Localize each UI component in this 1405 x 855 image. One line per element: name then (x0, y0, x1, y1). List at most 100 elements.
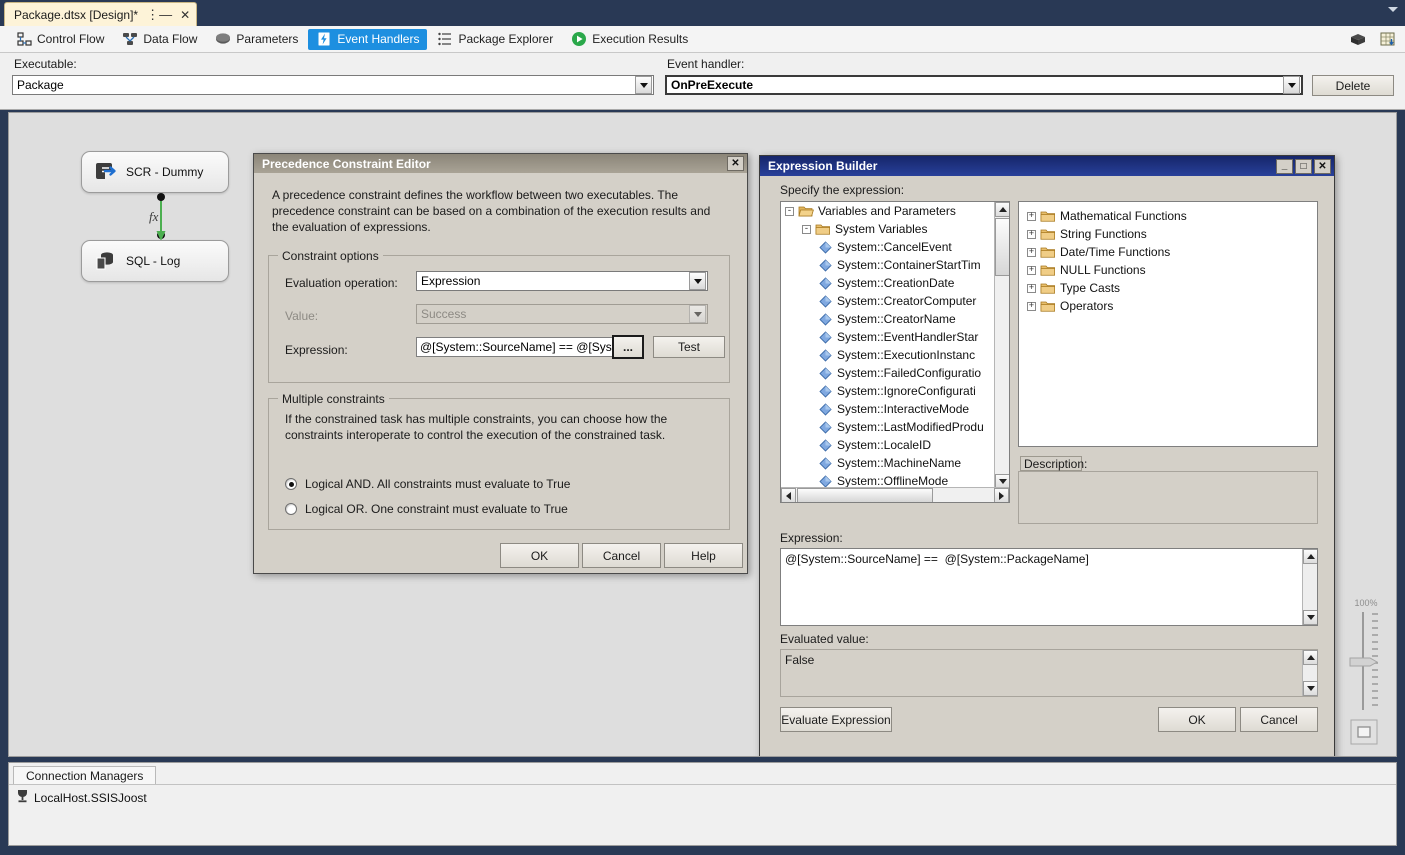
tree-item-label: System::LocaleID (837, 438, 932, 452)
variable-tree-item[interactable]: System::CreationDate (781, 274, 993, 292)
connection-manager-item[interactable]: LocalHost.SSISJoost (17, 789, 147, 806)
close-icon[interactable]: ✕ (727, 156, 744, 171)
tab-execution-results[interactable]: Execution Results (563, 29, 696, 50)
scroll-up-button[interactable] (995, 202, 1009, 217)
eb-ok-button[interactable]: OK (1158, 707, 1236, 732)
package-box-icon[interactable] (1347, 29, 1369, 49)
chevron-down-icon[interactable] (689, 272, 706, 290)
scroll-down-button[interactable] (1303, 610, 1317, 625)
variables-tree-vscrollbar[interactable] (994, 202, 1009, 489)
scroll-up-button[interactable] (1303, 549, 1317, 564)
tree-expander-icon[interactable]: + (1027, 283, 1036, 293)
tab-control-flow[interactable]: Control Flow (8, 29, 112, 50)
precedence-cancel-button[interactable]: Cancel (582, 543, 661, 568)
variable-tree-item[interactable]: System::IgnoreConfigurati (781, 382, 993, 400)
precedence-constraint-editor-dialog[interactable]: Precedence Constraint Editor ✕ A precede… (253, 153, 748, 574)
precedence-ok-button[interactable]: OK (500, 543, 579, 568)
chevron-down-icon[interactable] (1388, 7, 1398, 12)
evaluate-expression-button[interactable]: Evaluate Expression (780, 707, 892, 732)
maximize-icon[interactable]: □ (1295, 158, 1312, 174)
eb-cancel-button[interactable]: Cancel (1240, 707, 1318, 732)
task-scr-dummy[interactable]: SCR - Dummy (81, 151, 229, 193)
tab-parameters[interactable]: Parameters (207, 29, 306, 50)
variable-tree-item[interactable]: System::MachineName (781, 454, 993, 472)
tree-expander-icon[interactable]: + (1027, 229, 1036, 239)
expression-vscrollbar[interactable] (1302, 549, 1317, 625)
tree-expander-icon[interactable]: - (785, 206, 794, 216)
tree-item-label: Type Casts (1060, 281, 1121, 295)
variable-icon (819, 402, 832, 416)
chevron-down-icon[interactable] (1283, 76, 1300, 94)
expression-builder-button[interactable]: ... (612, 335, 644, 359)
evaluated-vscrollbar[interactable] (1302, 650, 1318, 696)
variables-tree[interactable]: - Variables and Parameters - System Variabl… (780, 201, 1010, 503)
function-category-item[interactable]: + NULL Functions (1019, 261, 1317, 279)
evaluation-operation-combo[interactable]: Expression (416, 271, 708, 291)
scroll-down-button[interactable] (1303, 681, 1318, 696)
expression-input[interactable]: @[System::SourceName] == @[System (416, 337, 614, 357)
tab-data-flow[interactable]: Data Flow (114, 29, 205, 50)
tab-package-explorer[interactable]: Package Explorer (429, 29, 561, 50)
scroll-up-button[interactable] (1303, 650, 1318, 665)
radio-logical-or[interactable]: Logical OR. One constraint must evaluate… (285, 502, 568, 516)
precedence-help-button[interactable]: Help (664, 543, 743, 568)
folder-tree-item[interactable]: - Variables and Parameters (781, 202, 993, 220)
minimize-icon[interactable]: _ (1276, 158, 1293, 174)
variables-grid-icon[interactable] (1377, 29, 1399, 49)
variable-tree-item[interactable]: System::LocaleID (781, 436, 993, 454)
variable-tree-item[interactable]: System::FailedConfiguratio (781, 364, 993, 382)
executable-combo[interactable]: Package (12, 75, 654, 95)
folder-tree-item[interactable]: - System Variables (781, 220, 993, 238)
function-category-item[interactable]: + Mathematical Functions (1019, 207, 1317, 225)
variable-tree-item[interactable]: System::CreatorComputer (781, 292, 993, 310)
variable-tree-item[interactable]: System::LastModifiedProdu (781, 418, 993, 436)
eb-expression-textarea[interactable]: @[System::SourceName] == @[System::Packa… (780, 548, 1318, 626)
event-handler-combo[interactable]: OnPreExecute (665, 75, 1303, 95)
chevron-down-icon (689, 305, 706, 323)
hscroll-thumb[interactable] (797, 488, 933, 502)
tree-expander-icon[interactable]: - (802, 224, 811, 234)
task-sql-log[interactable]: SQL - Log (81, 240, 229, 282)
document-tab-label: Package.dtsx [Design]* (14, 7, 139, 22)
expression-builder-dialog[interactable]: Expression Builder _ □ ✕ Specify the exp… (759, 155, 1335, 756)
tab-event-handlers[interactable]: Event Handlers (308, 28, 428, 50)
tree-expander-icon[interactable]: + (1027, 265, 1036, 275)
variable-tree-item[interactable]: System::InteractiveMode (781, 400, 993, 418)
close-icon[interactable]: ✕ (180, 9, 190, 21)
pin-icon[interactable]: ⋮— (146, 8, 172, 21)
evaluation-operation-label: Evaluation operation: (285, 276, 398, 290)
multiple-constraints-group: Multiple constraints If the constrained … (268, 392, 730, 530)
connection-managers-tab[interactable]: Connection Managers (13, 766, 157, 784)
event-handler-design-surface[interactable]: SCR - Dummy fx SQL - Log 100% Precedence… (8, 112, 1397, 757)
document-tab-package-dtsx[interactable]: Package.dtsx [Design]* ⋮— ✕ (4, 2, 198, 26)
scroll-right-button[interactable] (994, 488, 1009, 502)
delete-button[interactable]: Delete (1312, 75, 1394, 96)
function-category-item[interactable]: + Type Casts (1019, 279, 1317, 297)
radio-logical-or-button[interactable] (285, 503, 297, 515)
function-category-item[interactable]: + Operators (1019, 297, 1317, 315)
variable-icon (819, 366, 832, 380)
variable-tree-item[interactable]: System::ContainerStartTim (781, 256, 993, 274)
tree-expander-icon[interactable]: + (1027, 301, 1036, 311)
variable-tree-item[interactable]: System::CancelEvent (781, 238, 993, 256)
function-category-item[interactable]: + String Functions (1019, 225, 1317, 243)
variable-tree-item[interactable]: System::CreatorName (781, 310, 993, 328)
tree-expander-icon[interactable]: + (1027, 247, 1036, 257)
scroll-left-button[interactable] (781, 488, 796, 502)
variable-tree-item[interactable]: System::ExecutionInstanc (781, 346, 993, 364)
tree-expander-icon[interactable]: + (1027, 211, 1036, 221)
precedence-dialog-titlebar[interactable]: Precedence Constraint Editor ✕ (254, 154, 747, 173)
zoom-slider-control[interactable]: 100% (1344, 598, 1388, 748)
functions-tree[interactable]: + Mathematical Functions + String Functions… (1018, 201, 1318, 447)
function-category-item[interactable]: + Date/Time Functions (1019, 243, 1317, 261)
close-icon[interactable]: ✕ (1314, 158, 1331, 174)
test-button[interactable]: Test (653, 336, 725, 358)
expression-builder-titlebar[interactable]: Expression Builder _ □ ✕ (760, 156, 1334, 176)
radio-logical-and-button[interactable] (285, 478, 297, 490)
delete-button-label: Delete (1335, 78, 1371, 93)
vscroll-thumb[interactable] (995, 218, 1009, 276)
chevron-down-icon[interactable] (635, 76, 652, 94)
variable-tree-item[interactable]: System::EventHandlerStar (781, 328, 993, 346)
variables-tree-hscrollbar[interactable] (781, 487, 1009, 502)
radio-logical-and[interactable]: Logical AND. All constraints must evalua… (285, 477, 570, 491)
